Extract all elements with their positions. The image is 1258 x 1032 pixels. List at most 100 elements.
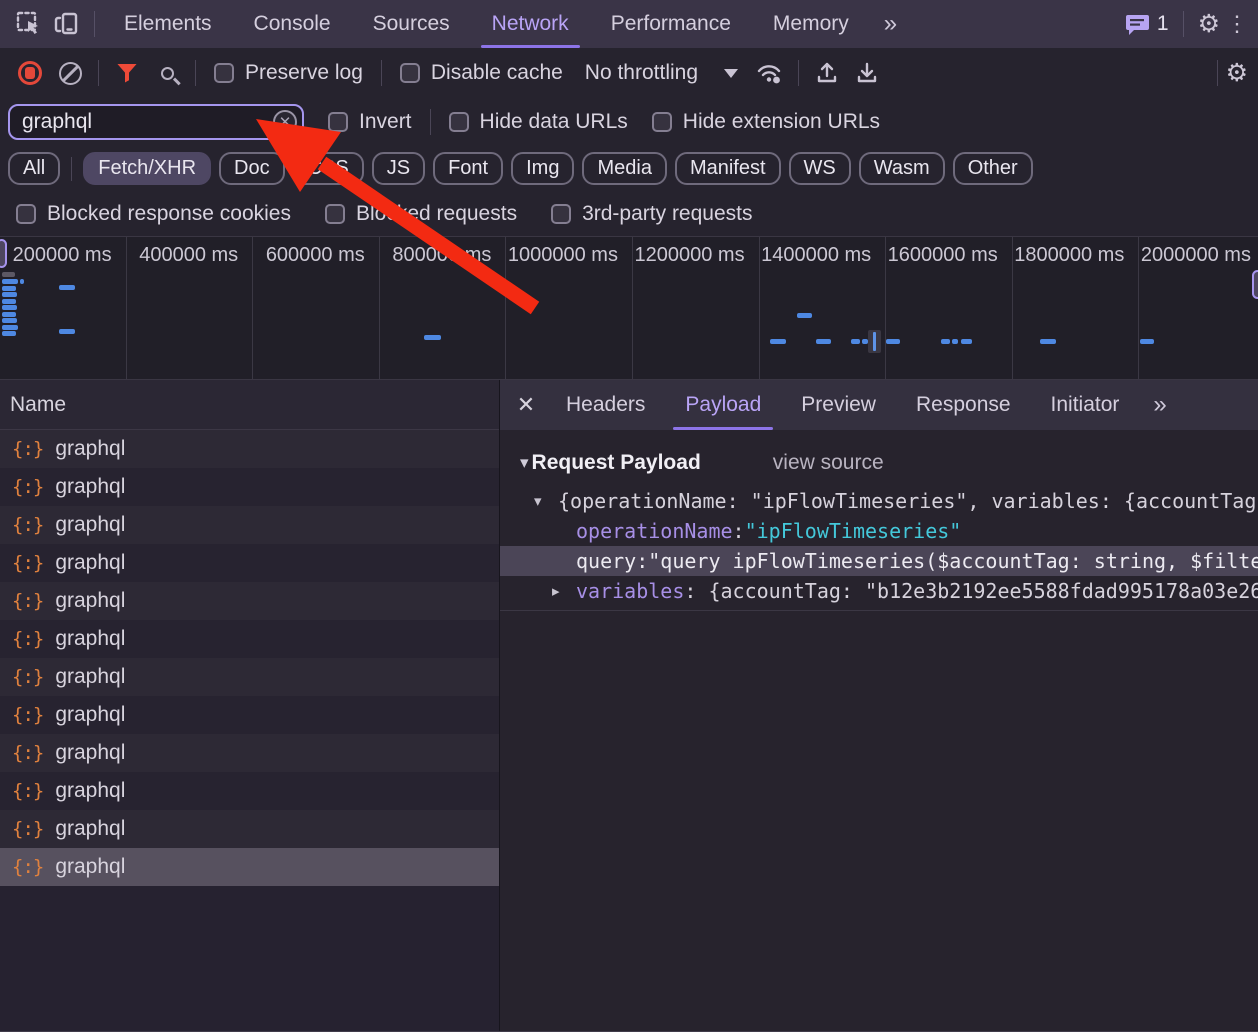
filter-chip-fetch-xhr[interactable]: Fetch/XHR	[83, 152, 211, 185]
tab-sources[interactable]: Sources	[352, 0, 471, 48]
collapse-triangle-icon[interactable]: ▾	[520, 453, 529, 473]
request-timing-bar	[2, 286, 16, 291]
tab-console[interactable]: Console	[233, 0, 352, 48]
inspect-element-icon[interactable]	[10, 5, 48, 43]
request-timing-bar	[1140, 339, 1154, 344]
divider	[71, 157, 72, 181]
column-header-name[interactable]: Name	[0, 380, 499, 430]
filter-chip-all[interactable]: All	[8, 152, 60, 185]
more-tabs-icon[interactable]: »	[870, 10, 909, 38]
hide-data-urls-label: Hide data URLs	[480, 110, 628, 134]
overview-window-grip-right[interactable]	[1252, 270, 1258, 299]
filter-chip-media[interactable]: Media	[582, 152, 666, 185]
expand-triangle-icon[interactable]: ▸	[552, 582, 576, 600]
import-har-icon[interactable]	[807, 53, 847, 93]
request-row[interactable]: {:}graphql	[0, 848, 499, 886]
detail-tab-response[interactable]: Response	[896, 380, 1031, 430]
clear-network-log-icon[interactable]	[50, 53, 90, 93]
checkbox-box[interactable]	[214, 63, 234, 83]
filter-chip-wasm[interactable]: Wasm	[859, 152, 945, 185]
request-payload-section-header: ▾ Request Payload view source	[500, 440, 1258, 486]
hide-extension-urls-checkbox[interactable]: Hide extension URLs	[652, 110, 880, 134]
request-row[interactable]: {:}graphql	[0, 468, 499, 506]
filter-chip-css[interactable]: CSS	[293, 152, 364, 185]
request-row[interactable]: {:}graphql	[0, 734, 499, 772]
detail-tab-preview[interactable]: Preview	[781, 380, 896, 430]
filter-chip-manifest[interactable]: Manifest	[675, 152, 781, 185]
tab-memory[interactable]: Memory	[752, 0, 870, 48]
request-row[interactable]: {:}graphql	[0, 506, 499, 544]
filter-chip-doc[interactable]: Doc	[219, 152, 285, 185]
hide-extension-urls-label: Hide extension URLs	[683, 110, 880, 134]
request-timing-bar	[2, 312, 16, 317]
network-settings-gear-icon[interactable]: ⚙	[1226, 61, 1248, 86]
tab-network[interactable]: Network	[471, 0, 590, 48]
request-row[interactable]: {:}graphql	[0, 544, 499, 582]
settings-gear-icon[interactable]: ⚙	[1198, 12, 1220, 37]
payload-line[interactable]: ▾{operationName: "ipFlowTimeseries", var…	[500, 486, 1258, 516]
request-row[interactable]: {:}graphql	[0, 430, 499, 468]
network-filter-input[interactable]	[8, 104, 304, 140]
throttling-select[interactable]: No throttling	[585, 61, 738, 85]
request-timing-bar	[961, 339, 972, 344]
filter-chip-img[interactable]: Img	[511, 152, 574, 185]
checkbox-box[interactable]	[16, 204, 36, 224]
request-row[interactable]: {:}graphql	[0, 772, 499, 810]
checkbox-box[interactable]	[325, 204, 345, 224]
checkbox-box[interactable]	[551, 204, 571, 224]
hide-data-urls-checkbox[interactable]: Hide data URLs	[449, 110, 628, 134]
detail-tab-initiator[interactable]: Initiator	[1031, 380, 1140, 430]
network-conditions-icon[interactable]	[750, 53, 790, 93]
detail-tab-headers[interactable]: Headers	[546, 380, 665, 430]
payload-segment-bright: "query ipFlowTimeseries($accountTag: str…	[648, 549, 1258, 573]
request-row[interactable]: {:}graphql	[0, 658, 499, 696]
request-row[interactable]: {:}graphql	[0, 620, 499, 658]
payload-line[interactable]: operationName: "ipFlowTimeseries"	[500, 516, 1258, 546]
checkbox-box[interactable]	[400, 63, 420, 83]
device-toolbar-icon[interactable]	[48, 5, 86, 43]
blocked-requests-checkbox[interactable]: Blocked requests	[325, 202, 517, 226]
timeline-tick: 1600000 ms	[886, 237, 1013, 379]
filter-chip-other[interactable]: Other	[953, 152, 1033, 185]
request-name-label: graphql	[55, 665, 125, 689]
view-source-link[interactable]: view source	[773, 451, 884, 475]
invert-checkbox[interactable]: Invert	[328, 110, 412, 134]
checkbox-box[interactable]	[328, 112, 348, 132]
preserve-log-checkbox[interactable]: Preserve log	[214, 61, 363, 85]
filter-chip-ws[interactable]: WS	[789, 152, 851, 185]
payload-line[interactable]: ▸variables: {accountTag: "b12e3b2192ee55…	[500, 576, 1258, 606]
payload-line[interactable]: query: "query ipFlowTimeseries($accountT…	[500, 546, 1258, 576]
request-timing-bar	[2, 318, 17, 323]
filter-chip-js[interactable]: JS	[372, 152, 425, 185]
overview-window-grip-left[interactable]	[0, 239, 7, 268]
request-row[interactable]: {:}graphql	[0, 582, 499, 620]
checkbox-box[interactable]	[652, 112, 672, 132]
search-icon[interactable]	[147, 53, 187, 93]
request-row[interactable]: {:}graphql	[0, 810, 499, 848]
detail-tab-payload[interactable]: Payload	[665, 380, 781, 430]
blocked-response-cookies-checkbox[interactable]: Blocked response cookies	[16, 202, 291, 226]
record-network-log-icon[interactable]	[10, 53, 50, 93]
name-header-label: Name	[10, 393, 66, 417]
checkbox-box[interactable]	[449, 112, 469, 132]
close-detail-icon[interactable]: ✕	[506, 385, 546, 425]
3rd-party-requests-checkbox[interactable]: 3rd-party requests	[551, 202, 752, 226]
request-row[interactable]: {:}graphql	[0, 696, 499, 734]
issues-counter[interactable]: 1	[1125, 12, 1169, 36]
clear-filter-icon[interactable]: ✕	[273, 110, 297, 134]
network-overview-timeline[interactable]: 200000 ms400000 ms600000 ms800000 ms1000…	[0, 237, 1258, 380]
more-detail-tabs-icon[interactable]: »	[1139, 391, 1178, 419]
export-har-icon[interactable]	[847, 53, 887, 93]
tab-elements[interactable]: Elements	[103, 0, 233, 48]
filter-funnel-icon[interactable]	[107, 53, 147, 93]
tab-performance[interactable]: Performance	[590, 0, 752, 48]
network-toolbar: Preserve log Disable cache No throttling	[0, 48, 1258, 98]
timeline-tick: 1200000 ms	[633, 237, 760, 379]
request-timing-bar	[886, 339, 900, 344]
filter-chip-font[interactable]: Font	[433, 152, 503, 185]
request-timing-bar	[59, 329, 75, 334]
kebab-menu-icon[interactable]: ⋮	[1226, 13, 1248, 35]
expand-triangle-icon[interactable]: ▾	[534, 492, 558, 510]
disable-cache-checkbox[interactable]: Disable cache	[400, 61, 563, 85]
divider	[98, 60, 99, 86]
